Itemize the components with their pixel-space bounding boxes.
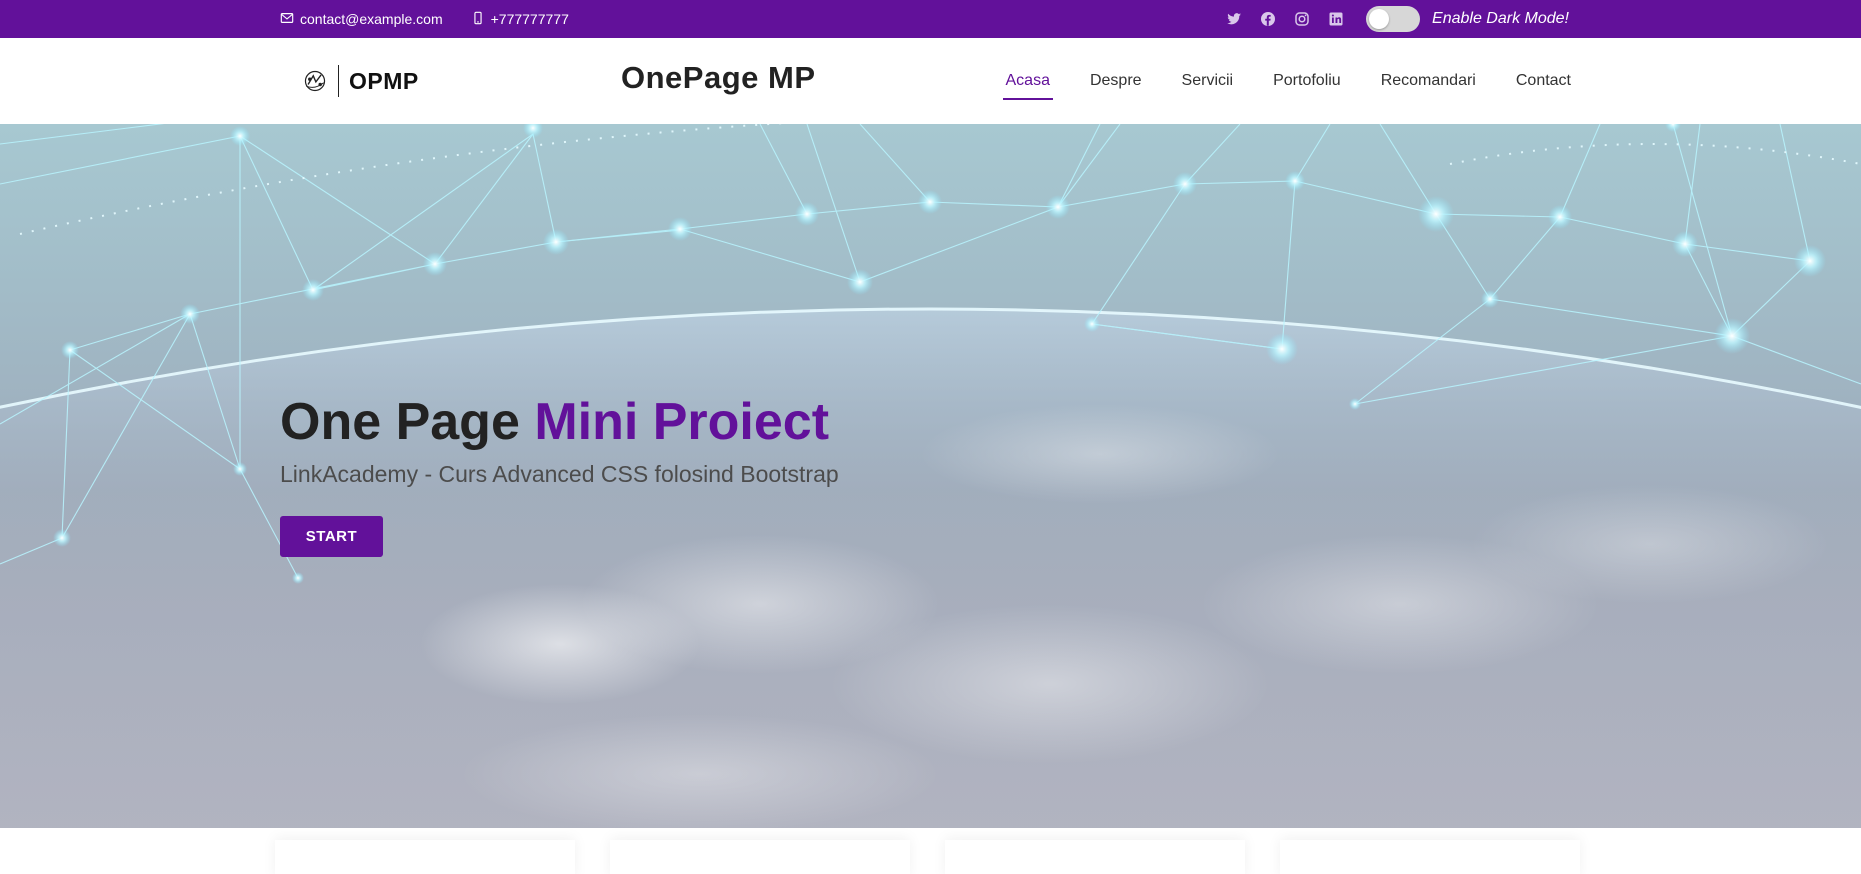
nav-item-despre[interactable]: Despre <box>1087 64 1145 98</box>
linkedin-icon[interactable] <box>1328 11 1344 27</box>
email-link[interactable]: contact@example.com <box>280 11 443 28</box>
card-placeholder <box>1280 840 1580 874</box>
phone-icon <box>471 11 485 28</box>
site-header: OPMP OnePage MP Acasa Despre Servicii Po… <box>0 38 1861 125</box>
hero-title: One Page Mini Proiect <box>280 393 839 451</box>
instagram-icon[interactable] <box>1294 11 1310 27</box>
top-bar: contact@example.com +777777777 Enable Da… <box>0 0 1861 38</box>
logo-mark-icon <box>300 66 330 96</box>
hero-section: One Page Mini Proiect LinkAcademy - Curs… <box>0 124 1861 828</box>
nav-item-contact[interactable]: Contact <box>1513 64 1574 98</box>
hero-title-accent: Mini Proiect <box>534 393 830 451</box>
card-placeholder <box>275 840 575 874</box>
hero-subtitle: LinkAcademy - Curs Advanced CSS folosind… <box>280 461 839 488</box>
hero-title-main: One Page <box>280 393 535 451</box>
card-placeholder <box>610 840 910 874</box>
nav-item-recomandari[interactable]: Recomandari <box>1378 64 1479 98</box>
hero-content: One Page Mini Proiect LinkAcademy - Curs… <box>280 393 839 488</box>
site-title: OnePage MP <box>621 60 816 95</box>
phone-text: +777777777 <box>490 11 569 27</box>
logo-text: OPMP <box>349 67 419 94</box>
page: contact@example.com +777777777 Enable Da… <box>0 0 1861 874</box>
phone-link[interactable]: +777777777 <box>471 11 569 28</box>
facebook-icon[interactable] <box>1260 11 1276 27</box>
next-section <box>0 828 1861 874</box>
nav-item-portofoliu[interactable]: Portofoliu <box>1270 64 1344 98</box>
twitter-icon[interactable] <box>1226 11 1242 27</box>
email-text: contact@example.com <box>300 11 443 27</box>
toggle-knob <box>1369 9 1390 29</box>
dark-mode-toggle[interactable] <box>1366 6 1421 32</box>
envelope-icon <box>280 11 294 28</box>
main-nav: Acasa Despre Servicii Portofoliu Recoman… <box>1002 38 1575 124</box>
nav-item-servicii[interactable]: Servicii <box>1179 64 1237 98</box>
nav-item-acasa[interactable]: Acasa <box>1002 64 1054 100</box>
card-placeholder <box>945 840 1245 874</box>
start-button[interactable]: START <box>280 516 383 557</box>
logo-separator <box>338 65 339 97</box>
social-links: Enable Dark Mode! <box>1226 0 1569 38</box>
contact-info: contact@example.com +777777777 <box>280 0 569 38</box>
logo[interactable]: OPMP <box>300 63 419 99</box>
dark-mode-label: Enable Dark Mode! <box>1432 10 1569 27</box>
